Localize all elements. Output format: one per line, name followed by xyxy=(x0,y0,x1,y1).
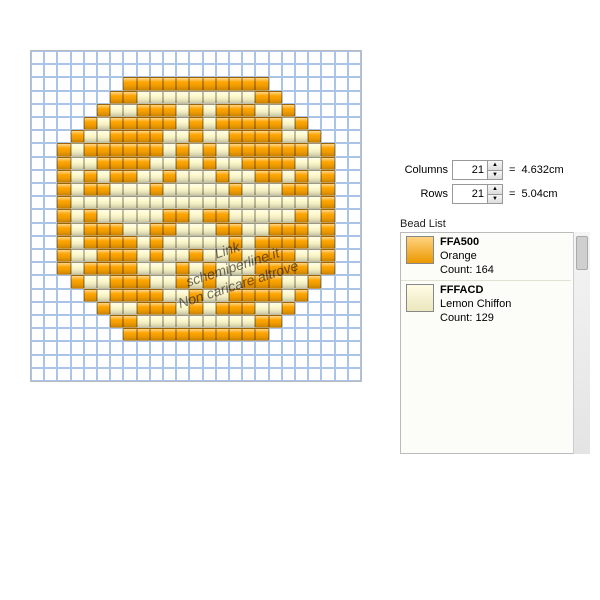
bead-hex: FFA500 xyxy=(440,236,494,250)
rows-row: Rows ▲ ▼ = 5.04cm xyxy=(400,184,590,204)
chevron-down-icon[interactable]: ▼ xyxy=(488,195,502,204)
spinner-arrows[interactable]: ▲ ▼ xyxy=(487,185,502,203)
chevron-up-icon[interactable]: ▲ xyxy=(488,161,502,171)
columns-label: Columns xyxy=(400,164,448,176)
bead-swatch xyxy=(406,284,434,312)
bead-count: Count: 129 xyxy=(440,312,511,326)
scrollbar[interactable] xyxy=(573,232,590,454)
bead-name: Orange xyxy=(440,250,494,264)
bead-name: Lemon Chiffon xyxy=(440,298,511,312)
bead-list-label: Bead List xyxy=(400,218,590,230)
chevron-up-icon[interactable]: ▲ xyxy=(488,185,502,195)
equals-sign: = xyxy=(507,164,517,176)
spinner-arrows[interactable]: ▲ ▼ xyxy=(487,161,502,179)
rows-label: Rows xyxy=(400,188,448,200)
scrollbar-thumb[interactable] xyxy=(576,236,588,270)
columns-row: Columns ▲ ▼ = 4.632cm xyxy=(400,160,590,180)
bead-info: FFFACDLemon ChiffonCount: 129 xyxy=(440,284,511,325)
bead-hex: FFFACD xyxy=(440,284,511,298)
columns-input[interactable] xyxy=(453,161,487,179)
rows-input[interactable] xyxy=(453,185,487,203)
columns-cm: 4.632cm xyxy=(521,164,563,176)
bead-grid xyxy=(31,51,361,381)
rows-cm: 5.04cm xyxy=(521,188,557,200)
bead-list-item[interactable]: FFFACDLemon ChiffonCount: 129 xyxy=(401,281,571,328)
bead-swatch xyxy=(406,236,434,264)
columns-stepper[interactable]: ▲ ▼ xyxy=(452,160,503,180)
side-panel: Columns ▲ ▼ = 4.632cm Rows ▲ ▼ = 5.04cm … xyxy=(400,160,590,454)
bead-count: Count: 164 xyxy=(440,264,494,278)
rows-stepper[interactable]: ▲ ▼ xyxy=(452,184,503,204)
pattern-canvas[interactable] xyxy=(30,50,362,382)
bead-info: FFA500OrangeCount: 164 xyxy=(440,236,494,277)
bead-list-item[interactable]: FFA500OrangeCount: 164 xyxy=(401,233,571,281)
equals-sign: = xyxy=(507,188,517,200)
bead-list[interactable]: FFA500OrangeCount: 164 FFFACDLemon Chiffo… xyxy=(400,232,590,454)
chevron-down-icon[interactable]: ▼ xyxy=(488,171,502,180)
